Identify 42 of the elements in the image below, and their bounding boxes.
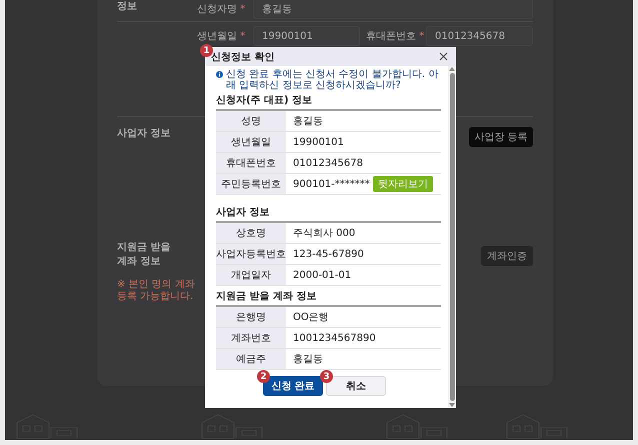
row-label: 사업자등록번호 xyxy=(216,244,286,264)
row-label: 성명 xyxy=(216,111,286,131)
row-value: 19900101 xyxy=(293,136,344,148)
field-label: 생년월일 * xyxy=(197,30,246,43)
row-label: 예금주 xyxy=(216,349,286,369)
row-value: OO은행 xyxy=(293,311,329,324)
account-verify-button[interactable]: 계좌인증 xyxy=(481,246,533,266)
section-label: 정보 xyxy=(117,0,138,14)
row-label: 개업일자 xyxy=(216,265,286,285)
row-label: 은행명 xyxy=(216,307,286,327)
row-value: 2000-01-01 xyxy=(293,270,352,280)
dialog-title: 신청정보 확인 xyxy=(211,50,274,64)
section-title: 사업자 정보 xyxy=(216,207,270,219)
row-value: 홍길동 xyxy=(293,115,323,128)
section-title: 지원금 받을 계좌 정보 xyxy=(216,291,318,303)
row-value: 900101-******* xyxy=(293,178,370,190)
row-label: 계좌번호 xyxy=(216,328,286,348)
business-register-button[interactable]: 사업장 등록 xyxy=(469,127,533,147)
field-label: 신청자명 * xyxy=(197,3,246,16)
row-value: 01012345678 xyxy=(293,158,363,168)
section-label: 지원금 받을 계좌 정보 xyxy=(117,241,172,269)
step-badge: 2 xyxy=(257,370,270,383)
row-value: 홍길동 xyxy=(293,353,323,366)
scrollbar[interactable] xyxy=(448,66,456,408)
row-value: 주식회사 000 xyxy=(293,227,356,240)
name-field[interactable]: 홍길동 xyxy=(253,0,533,19)
row-label: 주민등록번호 xyxy=(216,174,286,194)
birthdate-field[interactable]: 19900101 xyxy=(253,26,360,46)
notice-text: 신청 완료 후에는 신청서 수정이 불가합니다. 아래 입력하신 정보로 신청하시겠습니까? xyxy=(226,69,440,91)
row-value: 123-45-67890 xyxy=(293,248,364,260)
warning-note: ※ 본인 명의 계좌 등록 가능합니다. xyxy=(117,279,196,303)
section-title: 신청자(주 대표) 정보 xyxy=(216,95,314,107)
phone-field[interactable]: 01012345678 xyxy=(426,26,533,46)
close-icon[interactable] xyxy=(439,52,448,61)
info-icon xyxy=(216,71,223,78)
row-label: 상호명 xyxy=(216,223,286,243)
step-badge: 3 xyxy=(320,370,333,383)
section-label: 사업자 정보 xyxy=(117,127,172,141)
row-label: 생년월일 xyxy=(216,132,286,152)
scroll-down-icon[interactable] xyxy=(449,403,455,408)
row-value: 1001234567890 xyxy=(293,332,376,344)
row-label: 휴대폰번호 xyxy=(216,153,286,173)
